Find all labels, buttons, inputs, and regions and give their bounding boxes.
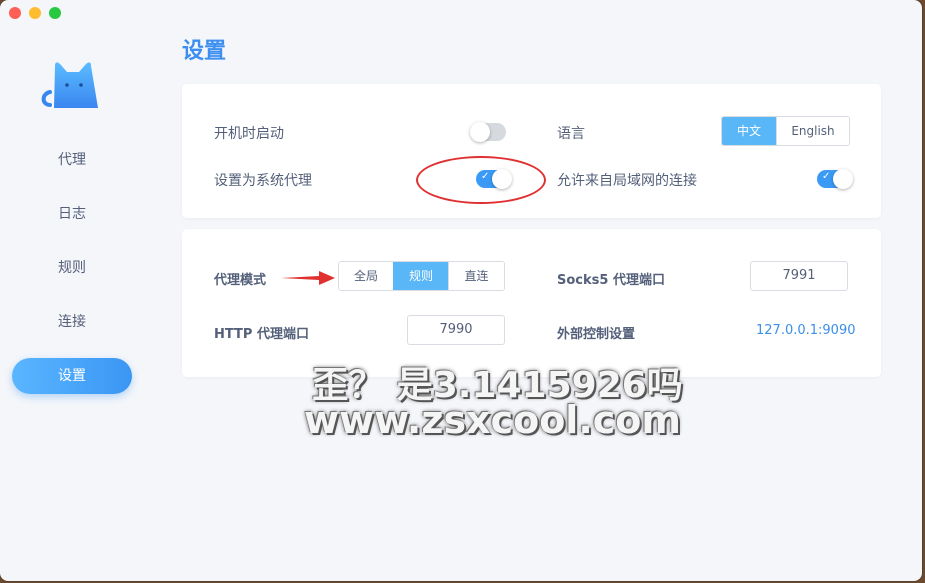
socks5-port-label: Socks5 代理端口 [557,273,665,288]
launch-at-login-toggle[interactable] [470,122,506,142]
toggle-knob [470,122,490,142]
proxy-mode-global[interactable]: 全局 [339,262,393,290]
allow-lan-toggle[interactable]: ✓ [817,169,853,189]
proxy-settings-card: 代理模式 全局 规则 直连 Socks5 代理端口 7991 HTTP 代理端口… [182,229,881,377]
language-selector: 中文 English [721,116,850,146]
language-label: 语言 [557,126,585,142]
sidebar-item-rules[interactable]: 规则 [12,250,132,286]
proxy-mode-label: 代理模式 [214,273,267,288]
annotation-ellipse [416,156,546,204]
annotation-arrow-icon [281,271,335,285]
cat-icon [41,62,98,108]
system-proxy-label: 设置为系统代理 [214,173,312,189]
sidebar-item-connections[interactable]: 连接 [12,304,132,340]
sidebar-item-proxy[interactable]: 代理 [12,142,132,178]
toggle-knob [833,169,853,189]
language-option-chinese[interactable]: 中文 [722,117,776,145]
external-controller-link[interactable]: 127.0.0.1:9090 [756,323,856,338]
general-settings-card: 开机时启动 设置为系统代理 ✓ 语言 中文 English 允许来自局域网的连接… [182,84,881,218]
app-window: 代理 日志 规则 连接 设置 设置 开机时启动 设置为系统代理 ✓ 语言 中文 … [0,0,922,581]
external-controller-label: 外部控制设置 [557,327,636,342]
proxy-mode-selector: 全局 规则 直连 [338,261,505,291]
proxy-mode-rule[interactable]: 规则 [393,262,448,290]
watermark-line-2: www.zsxcool.com [304,398,681,442]
socks5-port-input[interactable]: 7991 [750,261,848,291]
check-icon: ✓ [822,171,831,182]
sidebar: 代理 日志 规则 连接 设置 [0,0,145,581]
page-title: 设置 [182,39,227,64]
sidebar-item-logs[interactable]: 日志 [12,196,132,232]
launch-at-login-label: 开机时启动 [214,126,284,142]
proxy-mode-direct[interactable]: 直连 [448,262,504,290]
allow-lan-label: 允许来自局域网的连接 [557,173,697,189]
language-option-english[interactable]: English [776,117,849,145]
http-port-label: HTTP 代理端口 [214,327,309,342]
http-port-input[interactable]: 7990 [407,315,505,345]
